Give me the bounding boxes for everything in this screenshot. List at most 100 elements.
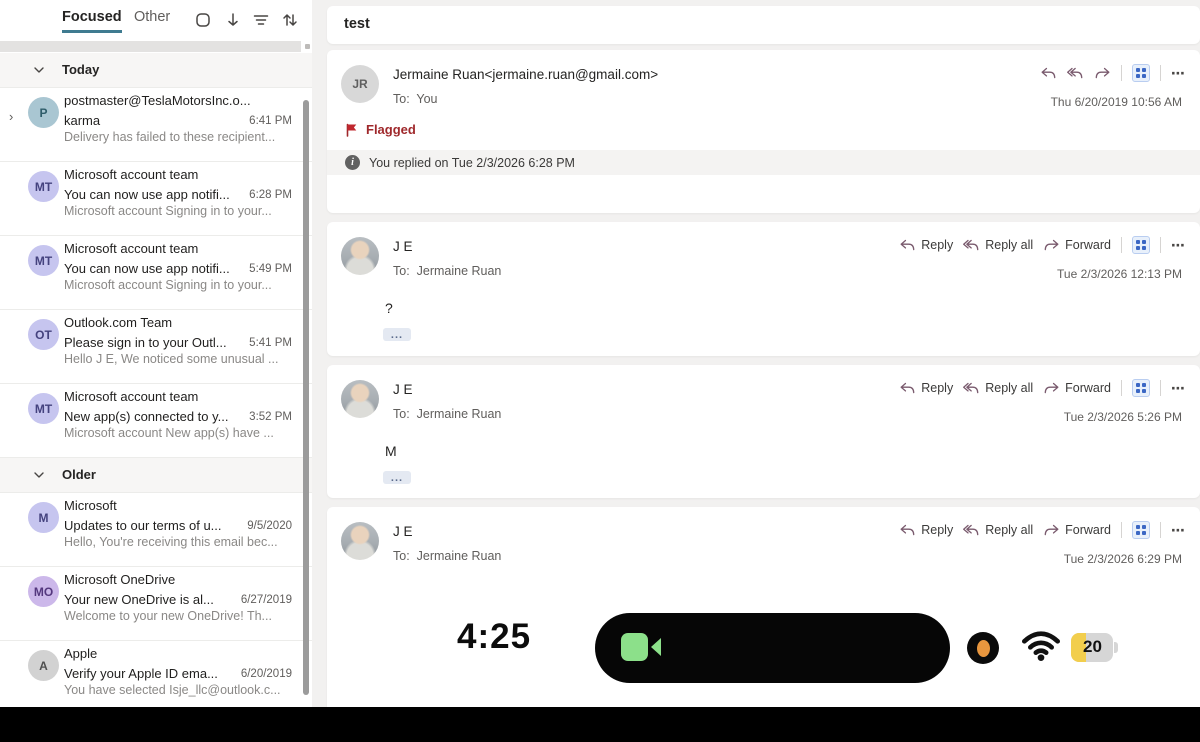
item-subject: Verify your Apple ID ema...: [64, 666, 233, 681]
message-card: J E To: Jermaine Ruan Reply Reply all Fo…: [327, 507, 1200, 707]
wifi-icon: [1021, 629, 1061, 663]
reply-button[interactable]: [1040, 67, 1057, 80]
forward-button[interactable]: Forward: [1043, 523, 1111, 537]
item-time: 5:49 PM: [249, 263, 292, 275]
item-subject: New app(s) connected to y...: [64, 409, 241, 424]
reply-button[interactable]: Reply: [899, 238, 953, 252]
reply-all-button[interactable]: Reply all: [963, 381, 1033, 395]
list-item[interactable]: MT Microsoft account team New app(s) con…: [0, 384, 312, 458]
message-date: Tue 2/3/2026 6:29 PM: [1064, 552, 1182, 566]
reply-label: Reply: [921, 381, 953, 395]
reply-all-label: Reply all: [985, 238, 1033, 252]
divider: [1121, 522, 1122, 538]
item-preview: Welcome to your new OneDrive! Th...: [64, 609, 292, 627]
avatar: M: [28, 502, 59, 533]
reply-label: Reply: [921, 523, 953, 537]
list-item[interactable]: MT Microsoft account team You can now us…: [0, 236, 312, 310]
item-time: 6:28 PM: [249, 189, 292, 201]
avatar: MT: [28, 245, 59, 276]
filter-icon[interactable]: [252, 11, 270, 29]
item-preview: You have selected Isje_llc@outlook.c...: [64, 683, 292, 701]
item-time: 6/20/2019: [241, 668, 292, 680]
item-sender: postmaster@TeslaMotorsInc.o...: [64, 93, 292, 111]
message-recipient: To: Jermaine Ruan: [393, 407, 501, 421]
chevron-right-icon[interactable]: ›: [9, 109, 13, 124]
section-header-older[interactable]: Older: [0, 458, 312, 493]
section-label: Older: [62, 467, 96, 482]
video-camera-icon: [621, 633, 648, 661]
item-sender: Apple: [64, 646, 292, 664]
item-preview: Microsoft account Signing in to your...: [64, 278, 292, 296]
item-time: 9/5/2020: [247, 520, 292, 532]
forward-label: Forward: [1065, 381, 1111, 395]
forward-button[interactable]: [1094, 67, 1111, 80]
forward-button[interactable]: Forward: [1043, 238, 1111, 252]
avatar: P: [28, 97, 59, 128]
message-recipient: To: You: [393, 92, 438, 106]
apps-grid-icon[interactable]: [1132, 236, 1150, 254]
scrollbar-thumb[interactable]: [303, 100, 309, 695]
list-item[interactable]: MO Microsoft OneDrive Your new OneDrive …: [0, 567, 312, 641]
item-time: 5:41 PM: [249, 337, 292, 349]
message-date: Thu 6/20/2019 10:56 AM: [1051, 95, 1182, 109]
list-top-strip: [0, 41, 301, 52]
battery-nub: [1114, 642, 1118, 653]
quoted-text-expander[interactable]: ...: [383, 471, 411, 484]
item-preview: Microsoft account Signing in to your...: [64, 204, 292, 222]
list-item[interactable]: M Microsoft Updates to our terms of u...…: [0, 493, 312, 567]
message-body: ?: [385, 300, 393, 316]
avatar-photo: [341, 237, 379, 275]
item-preview: Microsoft account New app(s) have ...: [64, 426, 292, 444]
list-item[interactable]: › P postmaster@TeslaMotorsInc.o... karma…: [0, 88, 312, 162]
item-sender: Microsoft: [64, 498, 292, 516]
mail-list-pane: Focused Other Today: [0, 0, 312, 707]
item-sender: Microsoft account team: [64, 389, 292, 407]
apps-grid-icon[interactable]: [1132, 521, 1150, 539]
avatar: A: [28, 650, 59, 681]
arrow-down-icon[interactable]: [224, 11, 242, 29]
more-actions-button[interactable]: ⋯: [1171, 383, 1186, 393]
list-item[interactable]: MT Microsoft account team You can now us…: [0, 162, 312, 236]
divider: [1160, 237, 1161, 253]
message-recipient: To: Jermaine Ruan: [393, 264, 501, 278]
quoted-text-expander[interactable]: ...: [383, 328, 411, 341]
video-camera-lens: [651, 638, 661, 656]
battery-percent: 20: [1083, 637, 1102, 657]
scroll-up-arrow[interactable]: [305, 44, 310, 49]
apps-grid-icon[interactable]: [1132, 64, 1150, 82]
reply-all-button[interactable]: Reply all: [963, 523, 1033, 537]
message-recipient: To: Jermaine Ruan: [393, 549, 501, 563]
reply-button[interactable]: Reply: [899, 381, 953, 395]
message-sender: J E: [393, 239, 413, 254]
battery-icon: 20: [1071, 633, 1113, 662]
dynamic-island: [595, 613, 950, 683]
reply-button[interactable]: Reply: [899, 523, 953, 537]
avatar: MO: [28, 576, 59, 607]
item-sender: Microsoft account team: [64, 241, 292, 259]
list-scrollbar[interactable]: [303, 100, 310, 695]
item-time: 6/27/2019: [241, 594, 292, 606]
tab-other[interactable]: Other: [134, 9, 170, 25]
item-time: 6:41 PM: [249, 115, 292, 127]
section-label: Today: [62, 62, 99, 77]
forward-button[interactable]: Forward: [1043, 381, 1111, 395]
apps-grid-icon[interactable]: [1132, 379, 1150, 397]
select-all-icon[interactable]: [194, 11, 212, 29]
section-header-today[interactable]: Today: [0, 53, 312, 88]
list-item[interactable]: OT Outlook.com Team Please sign in to yo…: [0, 310, 312, 384]
item-subject: Your new OneDrive is al...: [64, 592, 233, 607]
reply-all-button[interactable]: Reply all: [963, 238, 1033, 252]
list-item[interactable]: A Apple Verify your Apple ID ema... 6/20…: [0, 641, 312, 715]
divider: [1160, 65, 1161, 81]
recording-indicator-icon: [967, 632, 999, 664]
more-actions-button[interactable]: ⋯: [1171, 525, 1186, 535]
more-actions-button[interactable]: ⋯: [1171, 68, 1186, 78]
item-sender: Microsoft account team: [64, 167, 292, 185]
sort-icon[interactable]: [281, 11, 299, 29]
divider: [1121, 380, 1122, 396]
tab-focused[interactable]: Focused: [62, 9, 122, 33]
reply-all-button[interactable]: [1067, 67, 1084, 80]
avatar-photo: [341, 380, 379, 418]
chevron-down-icon: [33, 64, 45, 76]
more-actions-button[interactable]: ⋯: [1171, 240, 1186, 250]
